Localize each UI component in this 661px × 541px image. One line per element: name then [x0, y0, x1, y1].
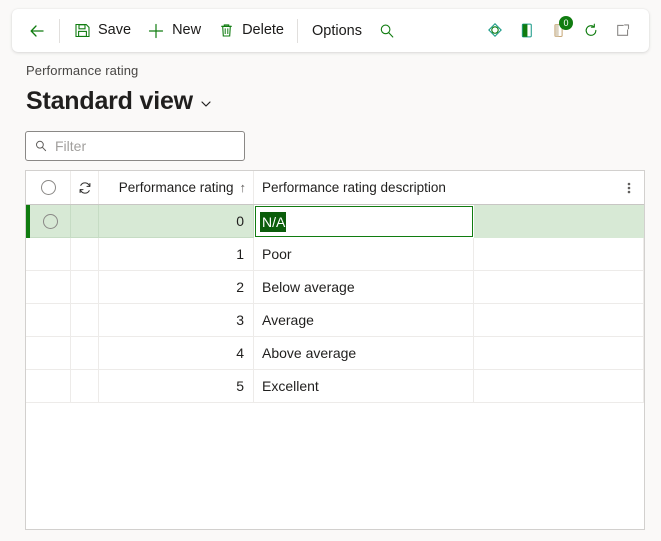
filter-box[interactable]	[25, 131, 245, 161]
cell-performance-rating-description[interactable]: Excellent	[254, 370, 474, 403]
open-in-new-window-button[interactable]	[607, 15, 639, 47]
row-filler	[474, 271, 644, 304]
row-select-circle-icon	[42, 213, 58, 229]
row-select-checkbox[interactable]	[26, 271, 71, 304]
row-filler	[474, 238, 644, 271]
notifications-button[interactable]: 0	[543, 15, 575, 47]
back-button[interactable]	[20, 16, 54, 46]
row-select-checkbox[interactable]	[26, 370, 71, 403]
cell-performance-rating[interactable]: 4	[99, 337, 254, 370]
table-row[interactable]: 1 Poor	[26, 238, 644, 271]
delete-label: Delete	[242, 22, 284, 39]
view-selector[interactable]: Standard view	[26, 85, 213, 117]
open-in-new-window-icon	[614, 22, 632, 40]
new-button[interactable]: New	[139, 16, 209, 46]
options-label: Options	[312, 22, 362, 39]
notifications-badge: 0	[559, 15, 573, 30]
refresh-button[interactable]	[575, 15, 607, 47]
personalize-button[interactable]	[479, 15, 511, 47]
cell-performance-rating-description[interactable]: Above average	[254, 337, 474, 370]
row-filler	[474, 304, 644, 337]
row-filler	[474, 370, 644, 403]
save-label: Save	[98, 22, 132, 39]
more-vertical-icon[interactable]	[620, 171, 638, 204]
sort-ascending-icon: ↑	[239, 180, 247, 195]
row-status-cell	[71, 205, 99, 238]
select-all-circle-icon	[40, 180, 56, 195]
new-label: New	[172, 22, 202, 39]
search-button[interactable]	[371, 15, 403, 47]
cell-performance-rating-description[interactable]: Average	[254, 304, 474, 337]
refresh-icon	[582, 22, 600, 40]
table-row[interactable]: 4 Above average	[26, 337, 644, 370]
row-filler	[474, 337, 644, 370]
row-select-checkbox[interactable]	[26, 238, 71, 271]
cell-performance-rating[interactable]: 1	[99, 238, 254, 271]
cell-performance-rating-description[interactable]: N/A	[254, 205, 474, 238]
refresh-column-header[interactable]	[71, 171, 99, 204]
help-pane-button[interactable]	[511, 15, 543, 47]
cell-performance-rating-description[interactable]: Below average	[254, 271, 474, 304]
page-title: Standard view	[26, 87, 193, 115]
description-edit-value: N/A	[260, 211, 287, 232]
options-button[interactable]: Options	[303, 16, 371, 46]
row-status-cell	[71, 370, 99, 403]
description-edit-input[interactable]: N/A	[255, 206, 473, 237]
breadcrumb[interactable]: Performance rating	[26, 63, 138, 78]
delete-button[interactable]: Delete	[209, 16, 292, 46]
cell-performance-rating[interactable]: 3	[99, 304, 254, 337]
save-icon	[73, 22, 91, 40]
add-icon	[147, 22, 165, 40]
help-pane-icon	[518, 22, 536, 40]
cell-performance-rating[interactable]: 5	[99, 370, 254, 403]
command-bar: Save New Delete Options 0	[12, 9, 649, 52]
grid-header-row: Performance rating ↑ Performance rating …	[26, 171, 644, 205]
table-row[interactable]: 3 Average	[26, 304, 644, 337]
data-grid: Performance rating ↑ Performance rating …	[25, 170, 645, 530]
delete-icon	[217, 22, 235, 40]
table-row[interactable]: 0 N/A	[26, 205, 644, 238]
row-selection-indicator	[26, 205, 30, 238]
row-status-cell	[71, 304, 99, 337]
row-select-checkbox[interactable]	[26, 304, 71, 337]
row-filler	[474, 205, 644, 238]
chevron-down-icon	[199, 97, 213, 111]
toolbar-separator	[59, 18, 60, 43]
cell-performance-rating[interactable]: 2	[99, 271, 254, 304]
save-button[interactable]: Save	[65, 16, 139, 46]
row-status-cell	[71, 271, 99, 304]
column-header-performance-rating-description[interactable]: Performance rating description	[254, 171, 644, 204]
filter-input[interactable]	[55, 138, 236, 154]
column-header-label: Performance rating description	[262, 180, 446, 195]
row-status-cell	[71, 337, 99, 370]
search-icon	[34, 139, 48, 153]
toolbar-separator-2	[297, 18, 298, 43]
back-arrow-icon	[28, 22, 46, 40]
row-select-checkbox[interactable]	[26, 205, 71, 238]
column-header-performance-rating[interactable]: Performance rating ↑	[99, 171, 254, 204]
cell-performance-rating[interactable]: 0	[99, 205, 254, 238]
refresh-icon	[77, 180, 93, 196]
table-row[interactable]: 5 Excellent	[26, 370, 644, 403]
column-header-label: Performance rating	[118, 180, 234, 195]
cell-performance-rating-description[interactable]: Poor	[254, 238, 474, 271]
row-select-checkbox[interactable]	[26, 337, 71, 370]
row-status-cell	[71, 238, 99, 271]
table-row[interactable]: 2 Below average	[26, 271, 644, 304]
personalize-icon	[486, 22, 504, 40]
select-all-header[interactable]	[26, 171, 71, 204]
search-icon	[378, 22, 396, 40]
